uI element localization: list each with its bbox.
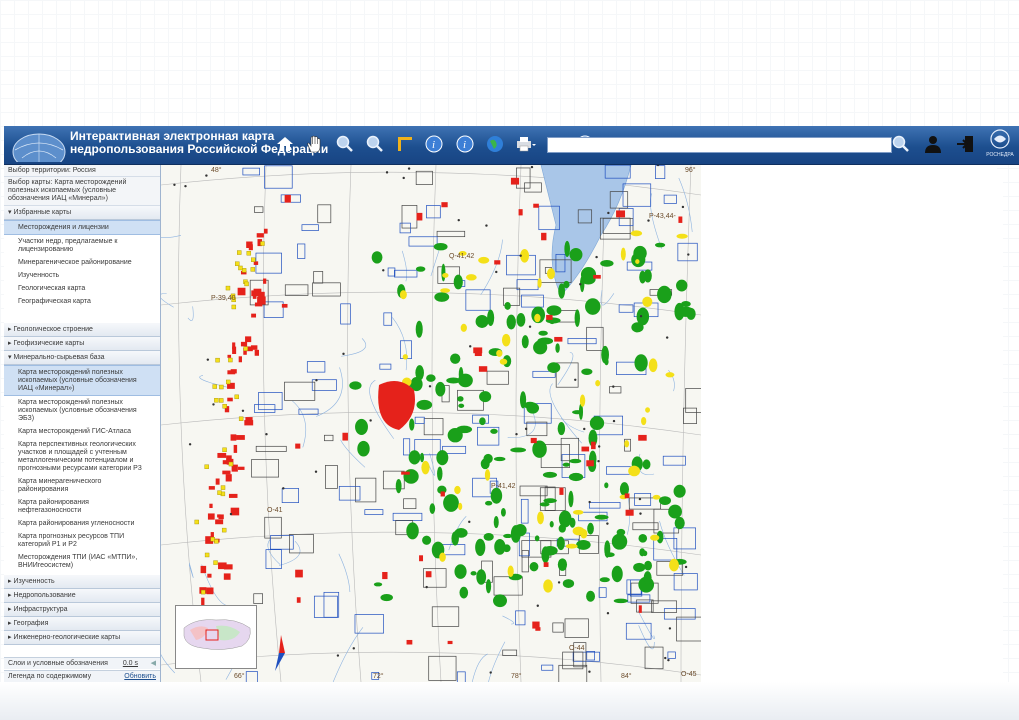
- layers-label[interactable]: Слои и условные обозначения: [8, 660, 108, 667]
- search-input[interactable]: [547, 137, 892, 153]
- refresh-link[interactable]: Обновить: [124, 671, 156, 682]
- zoom-out-icon[interactable]: [362, 131, 388, 157]
- rosnedra-emblem-icon: [990, 129, 1010, 149]
- map-sheet-label: О-44: [569, 645, 585, 652]
- page-footer-background: [0, 682, 1019, 720]
- territory-selector[interactable]: Выбор территории: Россия: [4, 165, 160, 177]
- globe-logo-icon: [12, 128, 66, 171]
- info-icon[interactable]: i: [452, 131, 478, 157]
- map-coordinate-label: 96°: [685, 167, 696, 174]
- map-coordinate-label: 66°: [234, 673, 245, 680]
- map-sheet-label: О-45: [681, 671, 697, 678]
- mineral-item[interactable]: Карта минерагенического районирования: [4, 475, 160, 496]
- map-selector[interactable]: Выбор карты: Карта месторождений полезны…: [4, 177, 160, 206]
- identify-icon[interactable]: i: [422, 131, 448, 157]
- favorites-item[interactable]: Минерагеническое районирование: [4, 256, 160, 269]
- favorites-item[interactable]: Географическая карта: [4, 295, 160, 308]
- collapsed-group-header[interactable]: ▸ Инженерно-геологические карты: [4, 631, 160, 645]
- favorites-item[interactable]: Геологическая карта: [4, 282, 160, 295]
- collapsed-group-header[interactable]: ▸ Недропользование: [4, 589, 160, 603]
- mineral-item[interactable]: Карта прогнозных ресурсов ТПИ категорий …: [4, 530, 160, 551]
- collapsed-group-header[interactable]: ▸ География: [4, 617, 160, 631]
- layers-footer: Слои и условные обозначения 0.0 s ◀: [4, 657, 160, 669]
- print-icon[interactable]: [512, 131, 538, 157]
- rosnedra-logo: РОСНЕДРА: [983, 128, 1017, 162]
- collapsed-group-header[interactable]: ▸ Инфраструктура: [4, 603, 160, 617]
- mineral-item[interactable]: Карта месторождений полезных ископаемых …: [4, 365, 160, 396]
- mineral-item[interactable]: Карта перспективных геологических участк…: [4, 438, 160, 475]
- zoom-in-icon[interactable]: [332, 131, 358, 157]
- right-blank-panel: [701, 165, 997, 682]
- favorites-item[interactable]: Месторождения и лицензии: [4, 220, 160, 235]
- mineral-item[interactable]: Карта районирования нефтегазоносности: [4, 496, 160, 517]
- legend-label: Легенда по содержимому: [8, 673, 92, 680]
- mineral-list: Карта месторождений полезных ископаемых …: [4, 365, 160, 575]
- mineral-item[interactable]: Карта районирования угленосности: [4, 517, 160, 530]
- map-coordinate-label: 48°: [211, 167, 222, 174]
- globe-icon[interactable]: [482, 131, 508, 157]
- map-sheet-label: Q-41,42: [449, 253, 475, 260]
- geology-header[interactable]: ▸ Геологическое строение: [4, 323, 160, 337]
- favorites-item[interactable]: Изученность: [4, 269, 160, 282]
- right-edge-strip: [997, 178, 1003, 682]
- login-icon[interactable]: [952, 131, 978, 157]
- svg-text:i: i: [463, 139, 466, 151]
- map-canvas[interactable]: 48° 96° Р-39,40 Q-41,42 Р-43,44- О-41 О-…: [161, 165, 701, 682]
- favorites-item[interactable]: Участки недр, предлагаемые к лицензирова…: [4, 235, 160, 256]
- measure-icon[interactable]: [392, 131, 418, 157]
- app-header: Интерактивная электронная карта недропол…: [4, 126, 1019, 171]
- collapse-arrow-icon[interactable]: ◀: [151, 658, 156, 669]
- overview-map[interactable]: [175, 605, 257, 669]
- user-icon[interactable]: [920, 131, 946, 157]
- search-icon[interactable]: [888, 131, 914, 157]
- mineral-item[interactable]: Месторождения ТПИ (ИАС «МТПИ», ВНИИгеоси…: [4, 551, 160, 572]
- mineral-item[interactable]: Карта месторождений ГИС-Атласа: [4, 425, 160, 438]
- favorites-list: Месторождения и лицензии Участки недр, п…: [4, 220, 160, 323]
- geophysics-header[interactable]: ▸ Геофизические карты: [4, 337, 160, 351]
- hand-pan-icon[interactable]: [302, 131, 328, 157]
- mineral-item[interactable]: Карта месторождений полезных ископаемых …: [4, 396, 160, 425]
- map-sheet-label: Р-39,40: [211, 295, 236, 302]
- map-sheet-label: Р-43,44-: [649, 213, 676, 220]
- collapsed-group-header[interactable]: ▸ Изученность: [4, 575, 160, 589]
- map-sheet-label: Р-41,42: [491, 483, 516, 490]
- map-coordinate-label: 78°: [511, 673, 522, 680]
- svg-text:i: i: [432, 139, 435, 151]
- legend-footer: Легенда по содержимому Обновить: [4, 670, 160, 682]
- map-sheet-label: О-41: [267, 507, 283, 514]
- sidebar: Выбор территории: Россия Выбор карты: Ка…: [4, 165, 161, 682]
- home-icon[interactable]: [272, 131, 298, 157]
- map-coordinate-label: 84°: [621, 673, 632, 680]
- map-coordinate-label: 72°: [373, 673, 384, 680]
- header-right-tools: [888, 131, 978, 157]
- layers-value: 0.0 s: [122, 660, 138, 667]
- favorites-header[interactable]: ▾ Избранные карты: [4, 206, 160, 220]
- rosnedra-logo-text: РОСНЕДРА: [986, 152, 1014, 158]
- mineral-header[interactable]: ▾ Минерально-сырьевая база: [4, 351, 160, 365]
